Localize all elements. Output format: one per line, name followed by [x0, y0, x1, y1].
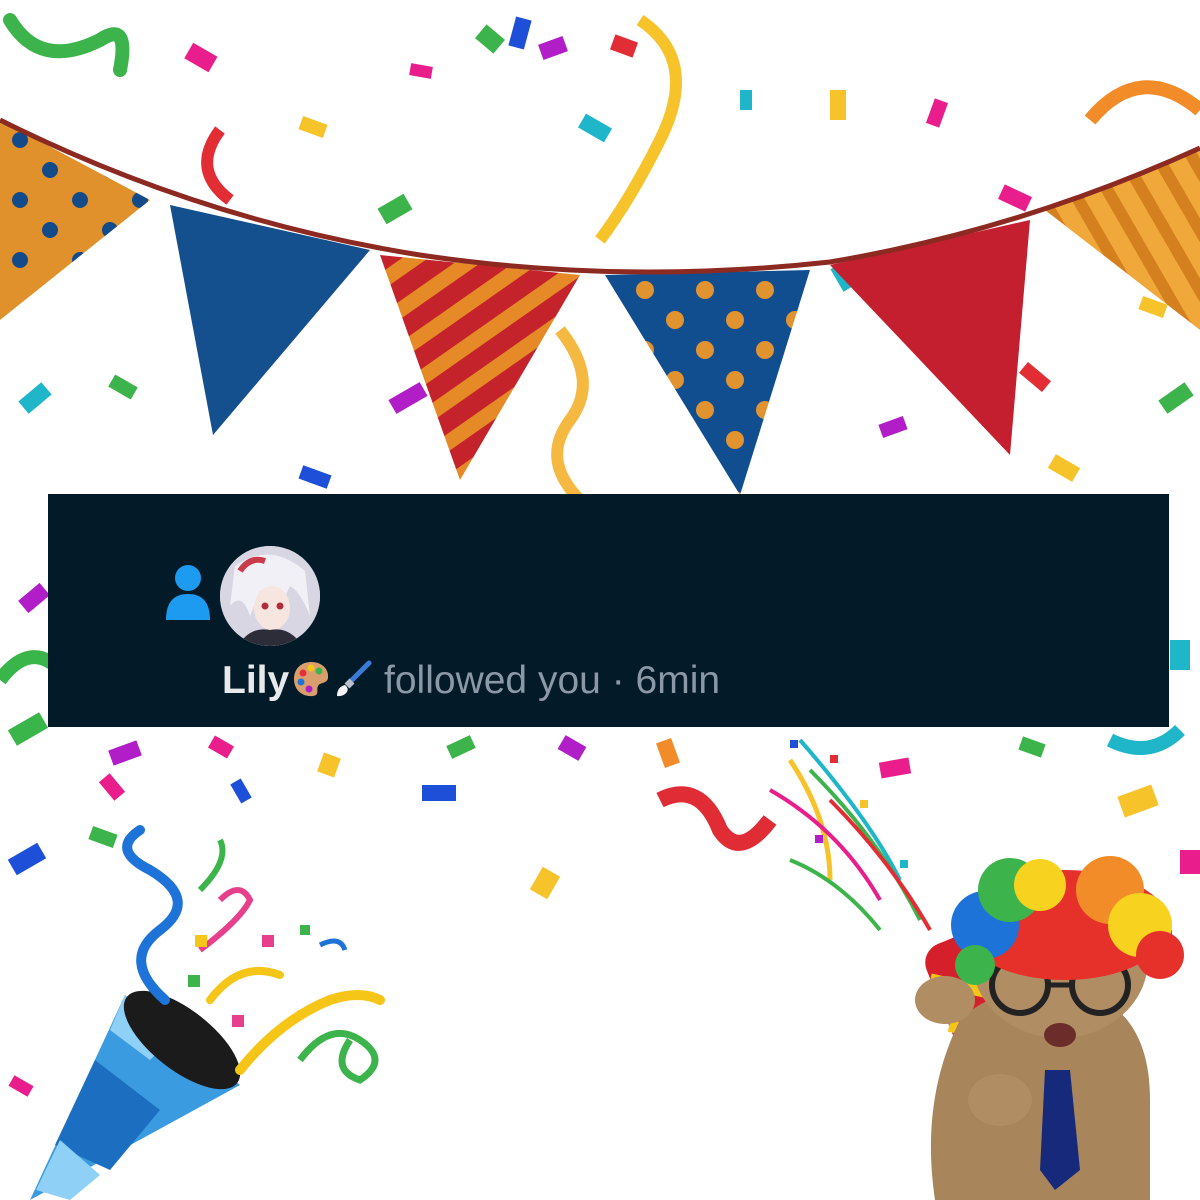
- follow-notification[interactable]: Lily followed you · 6min: [48, 494, 1169, 727]
- username[interactable]: Lily: [222, 659, 289, 702]
- artist-palette-icon: [294, 662, 329, 697]
- person-icon: [166, 565, 210, 620]
- action-text: followed you: [384, 659, 601, 702]
- user-avatar[interactable]: [220, 546, 320, 646]
- paintbrush-icon: [337, 660, 372, 697]
- party-popper-icon: [30, 825, 385, 1200]
- timestamp: 6min: [635, 659, 721, 702]
- bunting: [0, 117, 1200, 495]
- avatar-image: [220, 546, 320, 646]
- separator: ·: [611, 659, 625, 702]
- notification-text: Lily followed you · 6min: [222, 657, 720, 705]
